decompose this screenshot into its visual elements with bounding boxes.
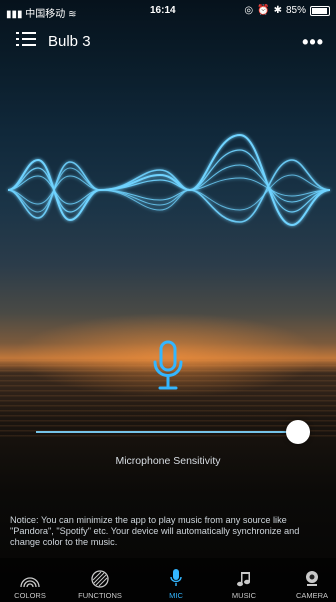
bluetooth-icon: ✱ — [273, 5, 282, 16]
tab-label: MUSIC — [231, 591, 257, 600]
battery-icon — [310, 5, 330, 16]
music-icon — [237, 572, 250, 587]
camera-icon — [306, 571, 318, 586]
colors-icon — [20, 577, 40, 588]
tab-label: COLORS — [14, 591, 46, 600]
notice-text: Notice: You can minimize the app to play… — [10, 515, 300, 547]
status-right: ◎ ⏰ ✱ 85% — [244, 5, 330, 16]
tab-camera[interactable]: CAMERA — [282, 564, 336, 600]
tab-mic[interactable]: MIC — [146, 564, 206, 600]
mic-icon — [170, 569, 182, 586]
menu-icon[interactable] — [16, 32, 36, 48]
tab-colors[interactable]: COLORS — [0, 564, 60, 600]
battery-percent: 85% — [285, 5, 306, 16]
status-bar: ▮▮▮ 中国移动 ≋ 16:14 ◎ ⏰ ✱ 85% — [0, 0, 336, 20]
alarm-icon: ⏰ — [257, 5, 270, 16]
tab-bar: COLORS FUNCTIONS MIC MUSIC CAMERA — [0, 558, 336, 602]
carrier-name: 中国移动 — [25, 9, 66, 20]
wifi-icon: ≋ — [68, 9, 77, 20]
tab-label: CAMERA — [295, 591, 329, 600]
tab-music[interactable]: MUSIC — [214, 564, 274, 600]
page-title: Bulb 3 — [48, 33, 91, 50]
slider-label: Microphone Sensitivity — [115, 455, 221, 467]
status-time: 16:14 — [150, 5, 176, 16]
tab-functions[interactable]: FUNCTIONS — [70, 564, 130, 600]
functions-icon — [91, 570, 109, 588]
carrier: ▮▮▮ 中国移动 ≋ — [6, 5, 76, 20]
background-sunset — [0, 0, 336, 602]
audio-waveform — [7, 133, 331, 227]
tab-label: FUNCTIONS — [78, 591, 122, 600]
tab-label: MIC — [169, 591, 183, 600]
signal-icon: ▮▮▮ — [6, 9, 26, 20]
microphone-icon[interactable] — [152, 340, 184, 394]
location-icon: ◎ — [244, 5, 254, 16]
more-options-button[interactable]: ••• — [302, 32, 324, 53]
slider-track — [36, 431, 310, 433]
microphone-sensitivity-slider[interactable] — [36, 420, 310, 444]
nav-bar: Bulb 3 ••• — [0, 26, 336, 56]
slider-knob[interactable] — [286, 420, 310, 444]
